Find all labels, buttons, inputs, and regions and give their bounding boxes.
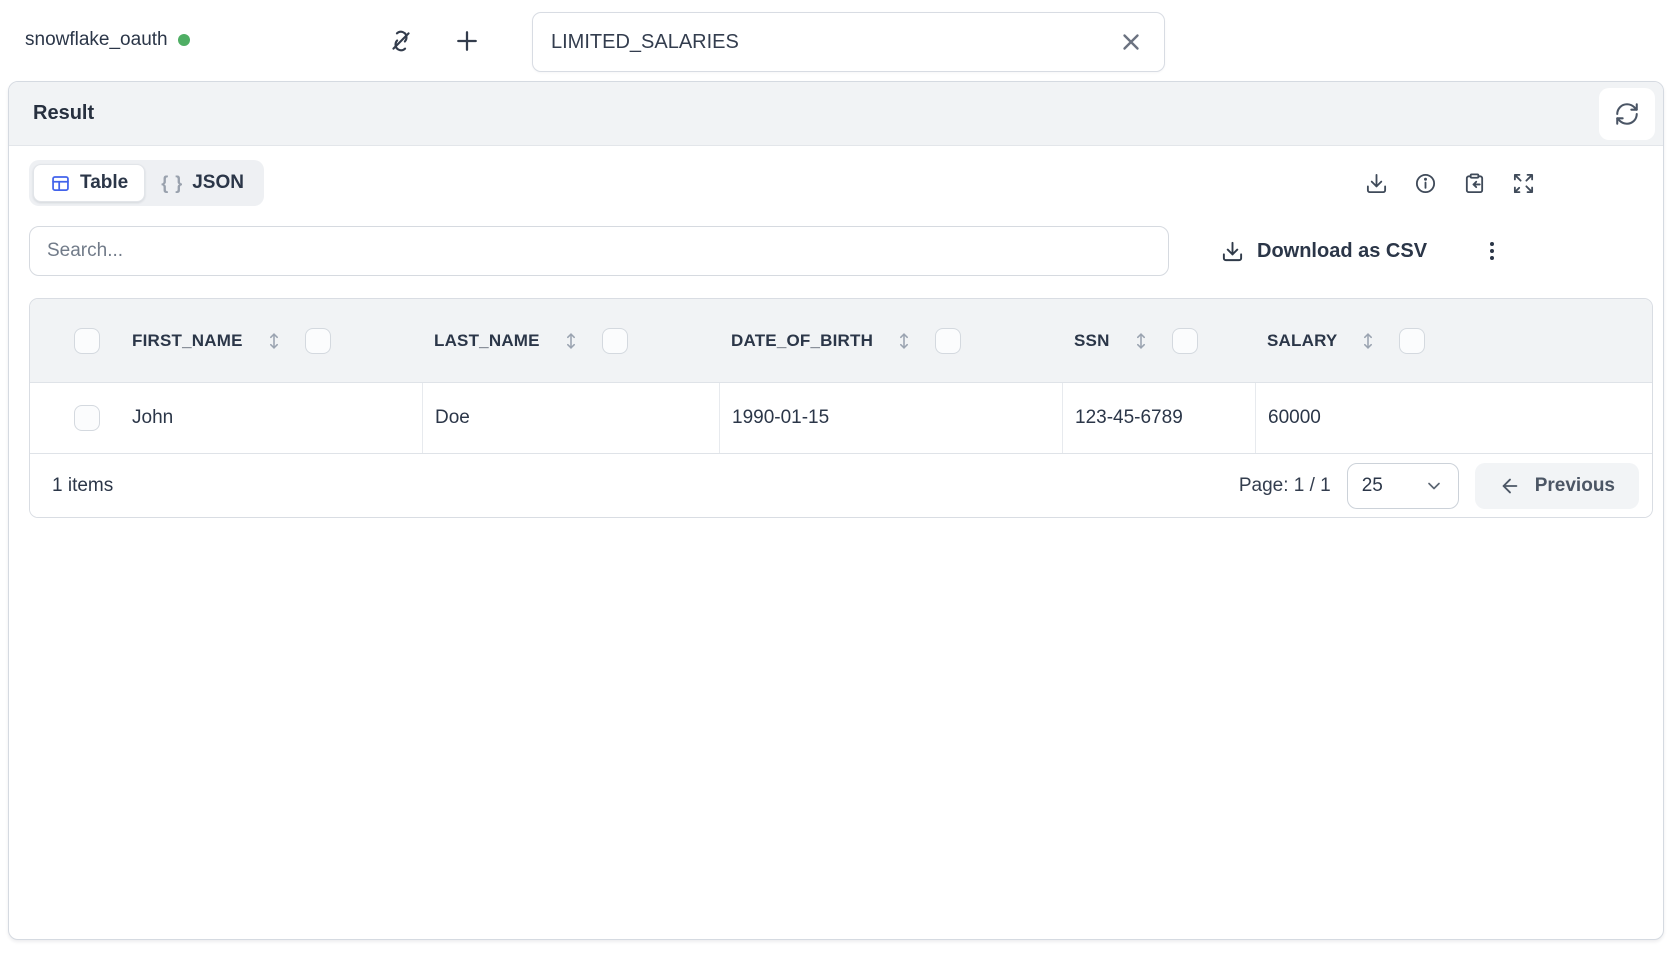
column-label: SSN — [1074, 331, 1110, 351]
items-count: 1 items — [52, 475, 113, 497]
cell-first-name: John — [120, 383, 422, 453]
result-actions — [1364, 171, 1535, 195]
copy-to-clipboard-button[interactable] — [1462, 171, 1486, 195]
refresh-icon — [1614, 101, 1640, 127]
column-header-salary: SALARY — [1255, 299, 1652, 382]
cell-last-name: Doe — [422, 383, 719, 453]
column-header-date-of-birth: DATE_OF_BIRTH — [719, 299, 1062, 382]
row-checkbox[interactable] — [74, 405, 100, 431]
connection-info: snowflake_oauth — [25, 0, 190, 80]
braces-icon: { } — [161, 173, 183, 194]
json-view-label: JSON — [192, 172, 244, 194]
query-tab-title: LIMITED_SALARIES — [551, 31, 1116, 54]
clipboard-icon — [1463, 172, 1486, 195]
sort-icon[interactable] — [263, 330, 285, 352]
previous-page-button[interactable]: Previous — [1475, 463, 1639, 509]
download-icon — [1221, 240, 1244, 263]
row-select-cell — [30, 383, 120, 453]
cell-date-of-birth: 1990-01-15 — [719, 383, 1062, 453]
column-label: DATE_OF_BIRTH — [731, 331, 873, 351]
result-panel: Result — [8, 81, 1664, 940]
table-view-label: Table — [80, 172, 128, 194]
table-grid-icon — [50, 173, 71, 194]
connection-status-dot — [178, 34, 190, 46]
disconnect-button[interactable] — [384, 26, 418, 56]
download-csv-label: Download as CSV — [1257, 240, 1427, 263]
refresh-button[interactable] — [1599, 88, 1655, 140]
expand-icon — [1512, 172, 1535, 195]
panel-title: Result — [33, 102, 94, 125]
close-tab-button[interactable] — [1116, 27, 1146, 57]
kebab-menu-icon — [1480, 239, 1504, 263]
sort-icon[interactable] — [1130, 330, 1152, 352]
download-csv-button[interactable]: Download as CSV — [1221, 240, 1427, 263]
arrow-left-icon — [1499, 475, 1521, 497]
column-label: SALARY — [1267, 331, 1337, 351]
tab-table-view[interactable]: Table — [33, 164, 145, 202]
add-tab-button[interactable] — [450, 26, 484, 56]
info-icon — [1414, 172, 1437, 195]
sort-icon[interactable] — [560, 330, 582, 352]
column-label: FIRST_NAME — [132, 331, 243, 351]
page-size-select[interactable]: 25 — [1347, 463, 1459, 509]
column-header-last-name: LAST_NAME — [422, 299, 719, 382]
info-button[interactable] — [1413, 171, 1437, 195]
column-header-first-name: FIRST_NAME — [120, 299, 422, 382]
more-options-button[interactable] — [1479, 238, 1505, 264]
download-icon — [1365, 172, 1388, 195]
results-table: FIRST_NAME LAST_NAME — [29, 298, 1653, 518]
top-bar: snowflake_oauth LIMITED_SALARIES — [0, 0, 1680, 80]
tab-json-view[interactable]: { } JSON — [145, 165, 260, 201]
expand-button[interactable] — [1511, 171, 1535, 195]
page-indicator: Page: 1 / 1 — [1239, 475, 1331, 497]
sort-icon[interactable] — [893, 330, 915, 352]
column-checkbox[interactable] — [1172, 328, 1198, 354]
table-header-row: FIRST_NAME LAST_NAME — [30, 299, 1652, 383]
sort-icon[interactable] — [1357, 330, 1379, 352]
view-toolbar: Table { } JSON — [29, 160, 1643, 206]
cell-salary: 60000 — [1255, 383, 1652, 453]
select-all-cell — [30, 299, 120, 382]
cell-ssn: 123-45-6789 — [1062, 383, 1255, 453]
result-panel-body: Table { } JSON — [9, 146, 1663, 518]
column-checkbox[interactable] — [935, 328, 961, 354]
column-header-ssn: SSN — [1062, 299, 1255, 382]
page-size-value: 25 — [1362, 475, 1383, 497]
unlink-icon — [387, 27, 415, 55]
plus-icon — [452, 26, 482, 56]
view-toggle: Table { } JSON — [29, 160, 264, 206]
pagination-controls: Page: 1 / 1 25 — [1239, 463, 1639, 509]
table-footer: 1 items Page: 1 / 1 25 — [30, 453, 1652, 517]
select-all-checkbox[interactable] — [74, 328, 100, 354]
close-icon — [1118, 29, 1144, 55]
column-label: LAST_NAME — [434, 331, 540, 351]
connection-name: snowflake_oauth — [25, 29, 168, 51]
search-input[interactable] — [29, 226, 1169, 276]
column-checkbox[interactable] — [305, 328, 331, 354]
query-tab[interactable]: LIMITED_SALARIES — [532, 12, 1165, 72]
download-button[interactable] — [1364, 171, 1388, 195]
column-checkbox[interactable] — [602, 328, 628, 354]
previous-label: Previous — [1535, 475, 1615, 497]
search-toolbar: Download as CSV — [29, 226, 1643, 276]
result-panel-header: Result — [9, 82, 1663, 146]
chevron-down-icon — [1424, 476, 1444, 496]
table-row[interactable]: John Doe 1990-01-15 123-45-6789 60000 — [30, 383, 1652, 453]
column-checkbox[interactable] — [1399, 328, 1425, 354]
